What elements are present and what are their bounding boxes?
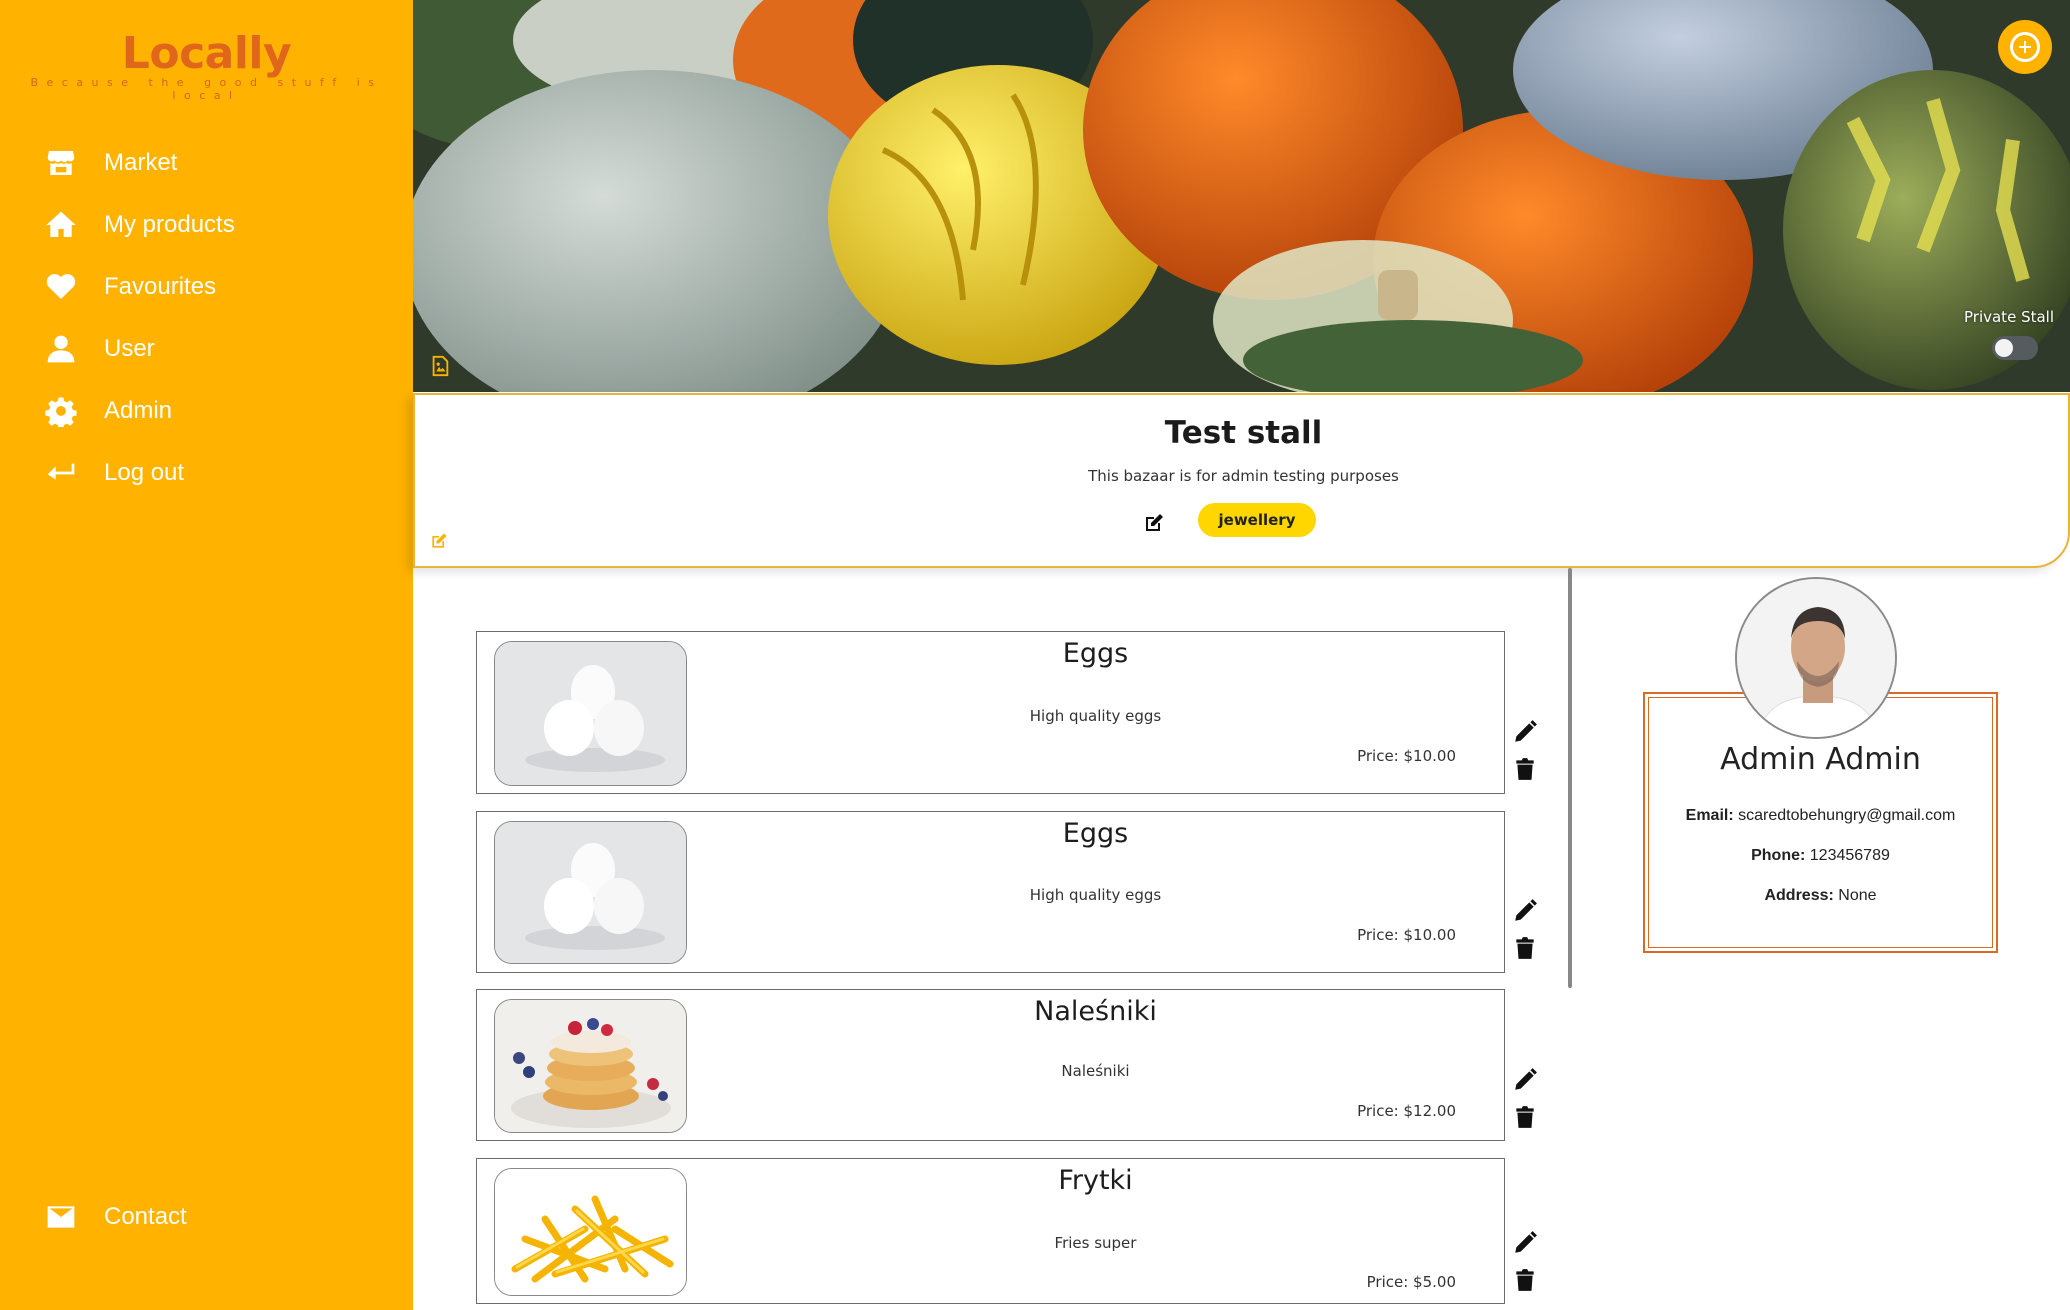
- owner-phone-row: Phone: 123456789: [1645, 847, 1996, 865]
- change-image-icon[interactable]: [429, 355, 451, 377]
- trash-icon: [1516, 758, 1534, 780]
- content-divider: [1568, 568, 1572, 988]
- sidebar-item-label: Contact: [104, 1203, 187, 1230]
- owner-email-row: Email: scaredtobehungry@gmail.com: [1645, 807, 1996, 825]
- pencil-icon: [1515, 899, 1537, 921]
- edit-tags-icon[interactable]: [1142, 511, 1166, 535]
- edit-product-button[interactable]: [1512, 719, 1538, 745]
- product-description: Fries super: [1054, 1234, 1137, 1252]
- trash-icon: [1516, 1269, 1534, 1291]
- owner-address-row: Address: None: [1645, 887, 1996, 905]
- private-stall-toggle[interactable]: [1992, 336, 2038, 360]
- trash-icon: [1516, 1106, 1534, 1128]
- plus-icon: [2019, 41, 2031, 53]
- owner-name: Admin Admin: [1720, 742, 1921, 777]
- product-description: High quality eggs: [1029, 886, 1162, 904]
- pumpkins-photo: [413, 0, 2070, 392]
- sidebar: Locally Because the good stuff is local …: [0, 0, 413, 1310]
- sidebar-item-log-out[interactable]: Log out: [44, 442, 235, 504]
- app-logo[interactable]: Locally: [0, 28, 413, 79]
- pencil-icon: [1515, 720, 1537, 742]
- sidebar-item-label: User: [104, 335, 155, 362]
- product-image-eggs: [494, 641, 687, 786]
- owner-email: scaredtobehungry@gmail.com: [1738, 807, 1956, 824]
- product-image-fries: [494, 1168, 687, 1296]
- owner-email-label: Email:: [1685, 807, 1734, 824]
- product-card[interactable]: Frytki Fries super Price: $5.00: [476, 1158, 1505, 1304]
- avatar: [1735, 577, 1897, 739]
- toggle-knob: [1995, 339, 2013, 357]
- product-card[interactable]: Eggs High quality eggs Price: $10.00: [476, 631, 1505, 794]
- user-icon: [44, 332, 78, 366]
- sidebar-item-contact[interactable]: Contact: [44, 1186, 187, 1248]
- sidebar-item-label: Market: [104, 149, 178, 176]
- heart-icon: [44, 270, 78, 304]
- product-name: Eggs: [1062, 818, 1129, 849]
- sidebar-item-admin[interactable]: Admin: [44, 380, 235, 442]
- gear-icon: [44, 394, 78, 428]
- sidebar-item-label: Favourites: [104, 273, 217, 300]
- edit-stall-icon[interactable]: [429, 531, 449, 551]
- owner-address-label: Address:: [1764, 887, 1834, 904]
- delete-product-button[interactable]: [1512, 756, 1538, 782]
- product-price: Price: $12.00: [1357, 1102, 1456, 1120]
- stall-description: This bazaar is for admin testing purpose…: [1088, 467, 1399, 485]
- delete-product-button[interactable]: [1512, 1104, 1538, 1130]
- home-icon: [44, 208, 78, 242]
- owner-phone: 123456789: [1809, 847, 1890, 864]
- product-description: Naleśniki: [1061, 1062, 1130, 1080]
- store-icon: [44, 146, 78, 180]
- product-name: Naleśniki: [1034, 996, 1157, 1027]
- sidebar-item-label: Log out: [104, 459, 185, 486]
- product-card[interactable]: Naleśniki Naleśniki Price: $12.00: [476, 989, 1505, 1141]
- stall-title: Test stall: [1164, 415, 1323, 451]
- sidebar-item-user[interactable]: User: [44, 318, 235, 380]
- stall-info-card: Test stall This bazaar is for admin test…: [413, 393, 2070, 568]
- product-image-eggs: [494, 821, 687, 964]
- pencil-icon: [1515, 1068, 1537, 1090]
- add-product-button[interactable]: [1998, 20, 2052, 74]
- owner-phone-label: Phone:: [1751, 847, 1806, 864]
- product-image-pancakes: [494, 999, 687, 1133]
- product-card[interactable]: Eggs High quality eggs Price: $10.00: [476, 811, 1505, 973]
- product-price: Price: $10.00: [1357, 926, 1456, 944]
- contact-section: Contact: [44, 1186, 187, 1248]
- stall-tag[interactable]: jewellery: [1198, 503, 1316, 537]
- sidebar-item-market[interactable]: Market: [44, 132, 235, 194]
- pencil-icon: [1515, 1231, 1537, 1253]
- mail-icon: [44, 1200, 78, 1234]
- edit-product-button[interactable]: [1512, 1230, 1538, 1256]
- edit-product-button[interactable]: [1512, 1067, 1538, 1093]
- delete-product-button[interactable]: [1512, 935, 1538, 961]
- product-price: Price: $10.00: [1357, 747, 1456, 765]
- sidebar-item-favourites[interactable]: Favourites: [44, 256, 235, 318]
- stall-banner-image: Private Stall: [413, 0, 2070, 392]
- product-name: Eggs: [1062, 638, 1129, 669]
- sidebar-item-label: My products: [104, 211, 235, 238]
- logout-arrow-icon: [44, 456, 78, 490]
- product-price: Price: $5.00: [1366, 1273, 1456, 1291]
- owner-address: None: [1838, 887, 1877, 904]
- sidebar-nav: Market My products Favourites User Admin: [44, 132, 235, 504]
- app-tagline: Because the good stuff is local: [30, 76, 383, 102]
- edit-product-button[interactable]: [1512, 898, 1538, 924]
- trash-icon: [1516, 937, 1534, 959]
- delete-product-button[interactable]: [1512, 1267, 1538, 1293]
- sidebar-item-label: Admin: [104, 397, 173, 424]
- product-name: Frytki: [1058, 1165, 1133, 1196]
- product-description: High quality eggs: [1029, 707, 1162, 725]
- private-stall-label: Private Stall: [1964, 308, 2054, 326]
- sidebar-item-my-products[interactable]: My products: [44, 194, 235, 256]
